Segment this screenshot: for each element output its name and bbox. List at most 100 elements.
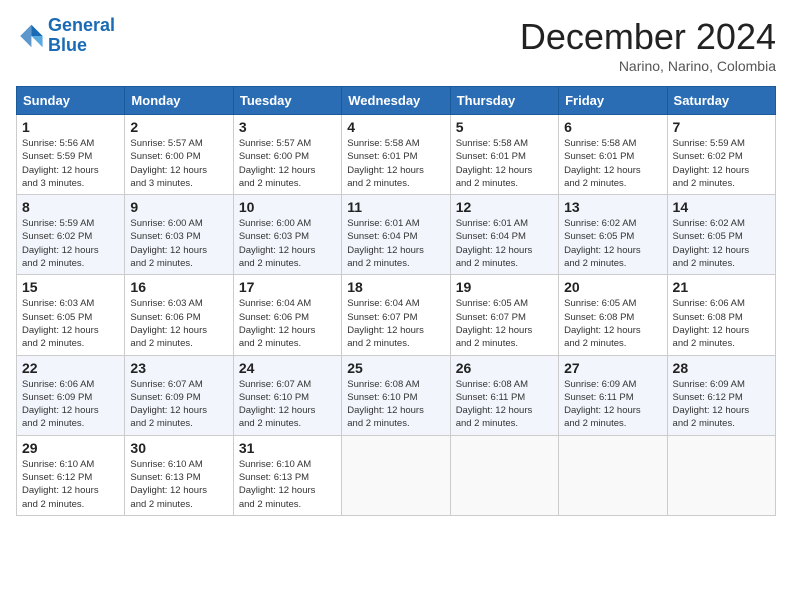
day-info: Sunrise: 6:03 AM Sunset: 6:06 PM Dayligh… <box>130 297 227 350</box>
calendar-cell: 10 Sunrise: 6:00 AM Sunset: 6:03 PM Dayli… <box>233 195 341 275</box>
calendar-cell <box>667 435 775 515</box>
day-info: Sunrise: 6:10 AM Sunset: 6:12 PM Dayligh… <box>22 458 119 511</box>
day-info: Sunrise: 6:06 AM Sunset: 6:09 PM Dayligh… <box>22 378 119 431</box>
day-number: 15 <box>22 279 119 295</box>
day-info: Sunrise: 6:01 AM Sunset: 6:04 PM Dayligh… <box>347 217 444 270</box>
day-number: 17 <box>239 279 336 295</box>
calendar-week-row: 15 Sunrise: 6:03 AM Sunset: 6:05 PM Dayli… <box>17 275 776 355</box>
calendar-week-row: 29 Sunrise: 6:10 AM Sunset: 6:12 PM Dayli… <box>17 435 776 515</box>
day-number: 29 <box>22 440 119 456</box>
calendar-cell: 22 Sunrise: 6:06 AM Sunset: 6:09 PM Dayli… <box>17 355 125 435</box>
day-number: 27 <box>564 360 661 376</box>
calendar-cell: 31Sunrise: 6:10 AM Sunset: 6:13 PM Dayli… <box>233 435 341 515</box>
col-header-sunday: Sunday <box>17 87 125 115</box>
page-header: General Blue December 2024 Narino, Narin… <box>16 16 776 74</box>
calendar-cell: 15 Sunrise: 6:03 AM Sunset: 6:05 PM Dayli… <box>17 275 125 355</box>
day-number: 11 <box>347 199 444 215</box>
day-number: 30 <box>130 440 227 456</box>
day-number: 21 <box>673 279 770 295</box>
day-info: Sunrise: 6:02 AM Sunset: 6:05 PM Dayligh… <box>673 217 770 270</box>
day-info: Sunrise: 6:01 AM Sunset: 6:04 PM Dayligh… <box>456 217 553 270</box>
day-info: Sunrise: 6:04 AM Sunset: 6:06 PM Dayligh… <box>239 297 336 350</box>
day-info: Sunrise: 6:06 AM Sunset: 6:08 PM Dayligh… <box>673 297 770 350</box>
day-number: 10 <box>239 199 336 215</box>
day-info: Sunrise: 6:07 AM Sunset: 6:10 PM Dayligh… <box>239 378 336 431</box>
calendar-cell <box>342 435 450 515</box>
calendar-cell: 28Sunrise: 6:09 AM Sunset: 6:12 PM Dayli… <box>667 355 775 435</box>
col-header-wednesday: Wednesday <box>342 87 450 115</box>
day-info: Sunrise: 6:02 AM Sunset: 6:05 PM Dayligh… <box>564 217 661 270</box>
calendar-cell: 6Sunrise: 5:58 AM Sunset: 6:01 PM Daylig… <box>559 115 667 195</box>
calendar-cell: 18 Sunrise: 6:04 AM Sunset: 6:07 PM Dayli… <box>342 275 450 355</box>
day-number: 18 <box>347 279 444 295</box>
day-info: Sunrise: 6:04 AM Sunset: 6:07 PM Dayligh… <box>347 297 444 350</box>
calendar-cell: 26 Sunrise: 6:08 AM Sunset: 6:11 PM Dayli… <box>450 355 558 435</box>
calendar-cell: 19 Sunrise: 6:05 AM Sunset: 6:07 PM Dayli… <box>450 275 558 355</box>
day-info: Sunrise: 5:59 AM Sunset: 6:02 PM Dayligh… <box>673 137 770 190</box>
day-number: 1 <box>22 119 119 135</box>
day-info: Sunrise: 6:10 AM Sunset: 6:13 PM Dayligh… <box>130 458 227 511</box>
calendar-cell: 7Sunrise: 5:59 AM Sunset: 6:02 PM Daylig… <box>667 115 775 195</box>
calendar-header-row: SundayMondayTuesdayWednesdayThursdayFrid… <box>17 87 776 115</box>
col-header-monday: Monday <box>125 87 233 115</box>
col-header-friday: Friday <box>559 87 667 115</box>
day-info: Sunrise: 6:03 AM Sunset: 6:05 PM Dayligh… <box>22 297 119 350</box>
logo-line2: Blue <box>48 35 87 55</box>
calendar-cell: 8Sunrise: 5:59 AM Sunset: 6:02 PM Daylig… <box>17 195 125 275</box>
calendar-week-row: 22 Sunrise: 6:06 AM Sunset: 6:09 PM Dayli… <box>17 355 776 435</box>
day-number: 6 <box>564 119 661 135</box>
calendar-cell: 23Sunrise: 6:07 AM Sunset: 6:09 PM Dayli… <box>125 355 233 435</box>
day-info: Sunrise: 6:09 AM Sunset: 6:11 PM Dayligh… <box>564 378 661 431</box>
title-block: December 2024 Narino, Narino, Colombia <box>520 16 776 74</box>
calendar-cell: 27 Sunrise: 6:09 AM Sunset: 6:11 PM Dayli… <box>559 355 667 435</box>
day-number: 2 <box>130 119 227 135</box>
day-info: Sunrise: 6:08 AM Sunset: 6:11 PM Dayligh… <box>456 378 553 431</box>
day-number: 12 <box>456 199 553 215</box>
day-number: 8 <box>22 199 119 215</box>
day-number: 3 <box>239 119 336 135</box>
day-number: 5 <box>456 119 553 135</box>
calendar-cell: 2 Sunrise: 5:57 AM Sunset: 6:00 PM Daylig… <box>125 115 233 195</box>
logo: General Blue <box>16 16 115 56</box>
day-info: Sunrise: 5:56 AM Sunset: 5:59 PM Dayligh… <box>22 137 119 190</box>
calendar-cell: 11 Sunrise: 6:01 AM Sunset: 6:04 PM Dayli… <box>342 195 450 275</box>
day-info: Sunrise: 6:08 AM Sunset: 6:10 PM Dayligh… <box>347 378 444 431</box>
calendar-cell: 12 Sunrise: 6:01 AM Sunset: 6:04 PM Dayli… <box>450 195 558 275</box>
day-info: Sunrise: 6:07 AM Sunset: 6:09 PM Dayligh… <box>130 378 227 431</box>
day-number: 25 <box>347 360 444 376</box>
day-info: Sunrise: 5:58 AM Sunset: 6:01 PM Dayligh… <box>347 137 444 190</box>
day-number: 22 <box>22 360 119 376</box>
day-number: 24 <box>239 360 336 376</box>
calendar-cell <box>450 435 558 515</box>
day-info: Sunrise: 6:05 AM Sunset: 6:08 PM Dayligh… <box>564 297 661 350</box>
logo-line1: General <box>48 15 115 35</box>
calendar-cell: 29 Sunrise: 6:10 AM Sunset: 6:12 PM Dayli… <box>17 435 125 515</box>
day-number: 4 <box>347 119 444 135</box>
day-number: 16 <box>130 279 227 295</box>
day-number: 13 <box>564 199 661 215</box>
day-info: Sunrise: 5:57 AM Sunset: 6:00 PM Dayligh… <box>239 137 336 190</box>
calendar-week-row: 1 Sunrise: 5:56 AM Sunset: 5:59 PM Daylig… <box>17 115 776 195</box>
calendar-cell: 30 Sunrise: 6:10 AM Sunset: 6:13 PM Dayli… <box>125 435 233 515</box>
calendar-cell: 16 Sunrise: 6:03 AM Sunset: 6:06 PM Dayli… <box>125 275 233 355</box>
day-number: 9 <box>130 199 227 215</box>
day-info: Sunrise: 5:58 AM Sunset: 6:01 PM Dayligh… <box>456 137 553 190</box>
col-header-tuesday: Tuesday <box>233 87 341 115</box>
logo-icon <box>16 22 44 50</box>
day-info: Sunrise: 6:10 AM Sunset: 6:13 PM Dayligh… <box>239 458 336 511</box>
calendar-cell: 1 Sunrise: 5:56 AM Sunset: 5:59 PM Daylig… <box>17 115 125 195</box>
calendar-cell: 9Sunrise: 6:00 AM Sunset: 6:03 PM Daylig… <box>125 195 233 275</box>
day-info: Sunrise: 6:00 AM Sunset: 6:03 PM Dayligh… <box>239 217 336 270</box>
calendar-cell: 13 Sunrise: 6:02 AM Sunset: 6:05 PM Dayli… <box>559 195 667 275</box>
day-number: 14 <box>673 199 770 215</box>
day-info: Sunrise: 5:57 AM Sunset: 6:00 PM Dayligh… <box>130 137 227 190</box>
month-title: December 2024 <box>520 16 776 58</box>
calendar-cell: 25 Sunrise: 6:08 AM Sunset: 6:10 PM Dayli… <box>342 355 450 435</box>
calendar-cell: 24 Sunrise: 6:07 AM Sunset: 6:10 PM Dayli… <box>233 355 341 435</box>
calendar-table: SundayMondayTuesdayWednesdayThursdayFrid… <box>16 86 776 516</box>
day-info: Sunrise: 6:09 AM Sunset: 6:12 PM Dayligh… <box>673 378 770 431</box>
col-header-saturday: Saturday <box>667 87 775 115</box>
day-number: 26 <box>456 360 553 376</box>
day-number: 19 <box>456 279 553 295</box>
day-info: Sunrise: 6:05 AM Sunset: 6:07 PM Dayligh… <box>456 297 553 350</box>
